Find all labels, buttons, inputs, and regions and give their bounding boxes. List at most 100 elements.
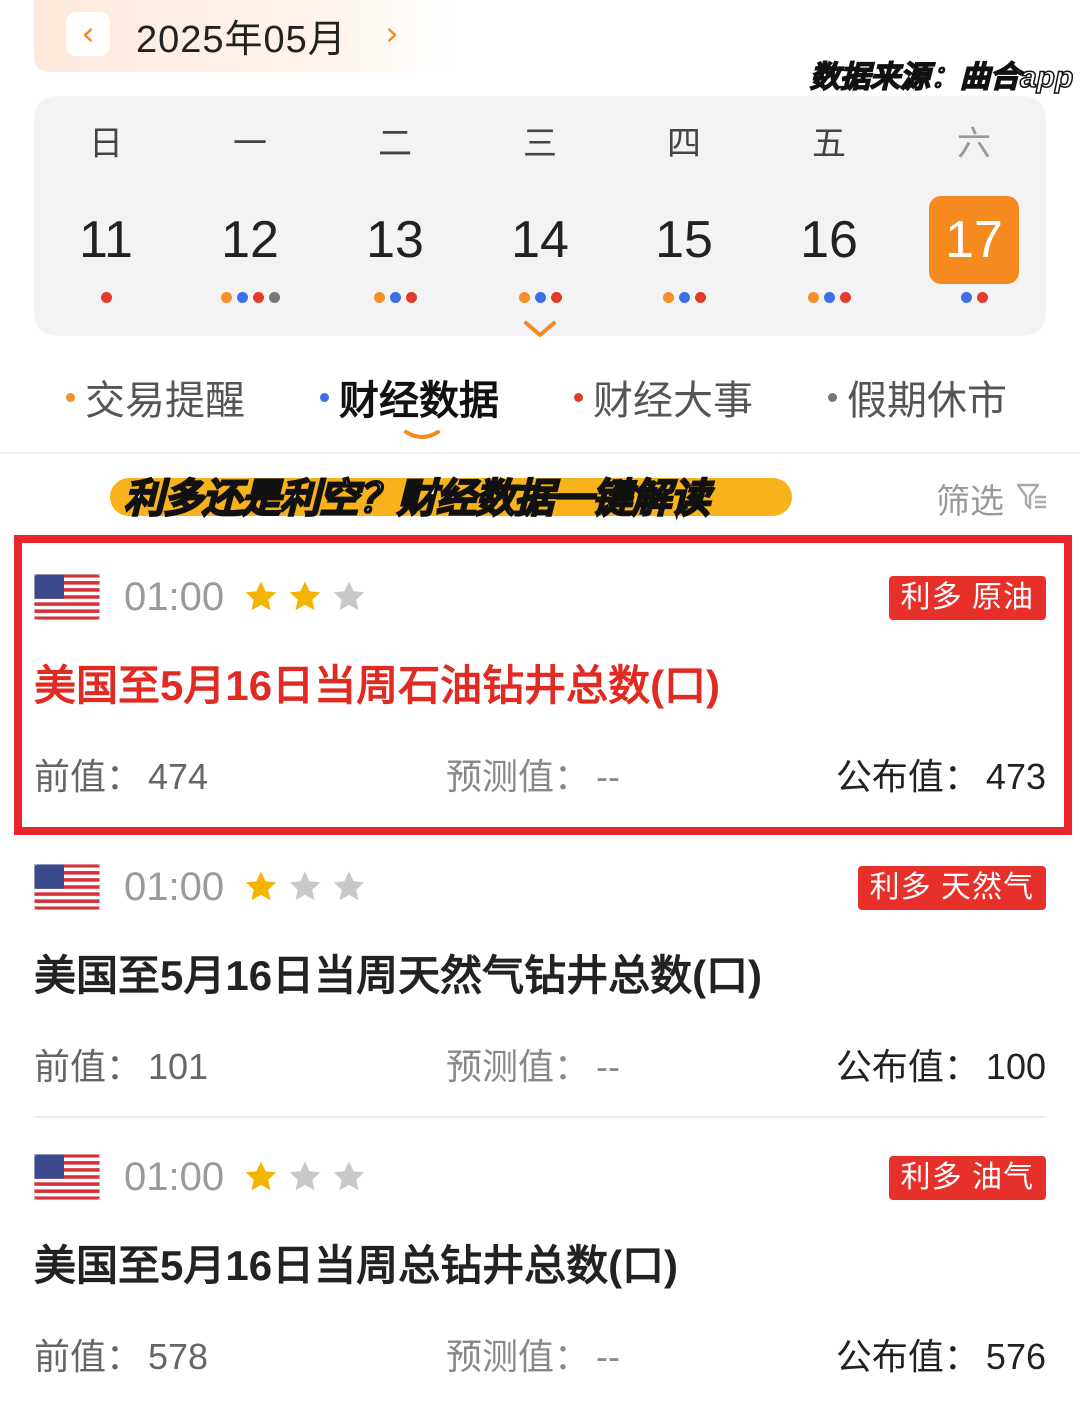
actual-number: 576 [985, 1336, 1046, 1377]
day-cell[interactable]: 17 [929, 196, 1019, 303]
actual-number: 100 [985, 1046, 1046, 1087]
previous-label: 前值： [34, 756, 143, 797]
day-cell[interactable]: 16 [784, 196, 874, 303]
tab-bullet [66, 392, 75, 402]
day-number: 12 [221, 211, 279, 269]
forecast-number: -- [596, 756, 620, 797]
actual-number: 473 [985, 756, 1046, 797]
forecast-value: 预测值： -- [446, 1038, 620, 1090]
tab-holiday-closures[interactable]: 假期休市 [828, 372, 1007, 423]
event-dot [252, 292, 264, 303]
event-card[interactable]: 01:00 利多 油气 美国至5月16日当周总钻井总数(口) 前值： 578 预测… [34, 1120, 1046, 1380]
weekday-label: 五 [812, 125, 846, 163]
previous-value: 前值： 474 [34, 748, 208, 800]
day-cell[interactable]: 14 [495, 196, 585, 303]
tab-label: 交易提醒 [85, 379, 245, 423]
forecast-number: -- [596, 1336, 620, 1377]
banner-text: 利多还是利空？财经数据一键解读 [123, 476, 711, 522]
forecast-label: 预测值： [446, 1336, 591, 1377]
importance-stars [242, 868, 368, 906]
importance-stars [242, 1158, 368, 1196]
actual-value: 公布值： 576 [836, 1328, 1046, 1380]
weekday-label: 日 [89, 125, 123, 163]
event-dot [389, 292, 401, 303]
event-dot [518, 292, 530, 303]
event-dots [205, 292, 295, 303]
event-dot [373, 292, 385, 303]
actual-value: 公布值： 100 [836, 1038, 1046, 1090]
actual-label: 公布值： [835, 1046, 980, 1087]
month-label[interactable]: 2025年05月 [136, 8, 347, 63]
impact-tag: 利多 天然气 [857, 866, 1046, 910]
event-dot [268, 292, 280, 303]
chevron-right-icon[interactable]: › [370, 12, 414, 56]
event-dot [823, 292, 835, 303]
event-title: 美国至5月16日当周总钻井总数(口) [34, 1242, 679, 1289]
actual-label: 公布值： [835, 1336, 980, 1377]
event-dot [550, 292, 562, 303]
event-dot [678, 292, 690, 303]
event-dot [220, 292, 232, 303]
importance-stars [242, 578, 368, 616]
us-flag-icon [34, 574, 100, 620]
previous-number: 578 [148, 1336, 209, 1377]
previous-value: 前值： 578 [34, 1328, 208, 1380]
event-dot [694, 292, 706, 303]
chevron-left-icon[interactable]: ‹ [66, 12, 110, 56]
impact-tag: 利多 原油 [888, 576, 1046, 620]
weekday-label: 四 [667, 125, 701, 163]
star-icon [333, 581, 365, 611]
day-cell[interactable]: 12 [205, 196, 295, 303]
impact-tag: 利多 油气 [888, 1156, 1046, 1200]
previous-number: 474 [148, 756, 209, 797]
day-cell[interactable]: 13 [350, 196, 440, 303]
event-card[interactable]: 01:00 利多 原油 美国至5月16日当周石油钻井总数(口) 前值： 474 预… [34, 540, 1046, 800]
forecast-label: 预测值： [446, 756, 591, 797]
star-icon [289, 871, 321, 901]
event-dot [236, 292, 248, 303]
tab-label: 财经大事 [593, 379, 753, 423]
day-number: 17 [945, 211, 1003, 269]
event-time: 01:00 [124, 1155, 225, 1199]
tab-trade-reminder[interactable]: 交易提醒 [66, 372, 245, 423]
previous-label: 前值： [34, 1046, 143, 1087]
weekday-label: 一 [233, 125, 267, 163]
chevron-down-icon[interactable] [522, 318, 558, 340]
divider [0, 452, 1080, 454]
weekday-label: 三 [523, 125, 557, 163]
event-title: 美国至5月16日当周天然气钻井总数(口) [34, 952, 763, 999]
previous-number: 101 [148, 1046, 209, 1087]
us-flag-icon [34, 864, 100, 910]
tab-label: 假期休市 [847, 379, 1007, 423]
source-note: 数据来源：曲合app [809, 60, 1074, 95]
previous-value: 前值： 101 [34, 1038, 208, 1090]
event-dots [350, 292, 440, 303]
divider [34, 1116, 1046, 1118]
weekday-label: 六 [957, 125, 991, 163]
filter-button[interactable]: 筛选 [936, 474, 1004, 523]
day-cell[interactable]: 15 [639, 196, 729, 303]
event-dot [839, 292, 851, 303]
day-number: 15 [655, 211, 713, 269]
event-title: 美国至5月16日当周石油钻井总数(口) [34, 662, 721, 709]
event-dot [100, 292, 112, 303]
forecast-value: 预测值： -- [446, 748, 620, 800]
week-calendar: 日 一 二 三 四 五 六 11 12 13 14 15 16 17 [34, 96, 1046, 336]
star-icon [245, 871, 277, 901]
tab-financial-events[interactable]: 财经大事 [574, 372, 753, 423]
event-dots [61, 292, 151, 303]
us-flag-icon [34, 1154, 100, 1200]
event-dots [639, 292, 729, 303]
filter-icon[interactable] [1016, 482, 1048, 512]
weekday-label: 二 [378, 125, 412, 163]
tab-bullet [574, 392, 583, 402]
day-cell[interactable]: 11 [61, 196, 151, 303]
event-card[interactable]: 01:00 利多 天然气 美国至5月16日当周天然气钻井总数(口) 前值： 101… [34, 830, 1046, 1090]
event-dot [405, 292, 417, 303]
tab-label: 财经数据 [339, 379, 499, 423]
event-dot [534, 292, 546, 303]
forecast-label: 预测值： [446, 1046, 591, 1087]
month-selector: ‹ 2025年05月 › [34, 0, 454, 72]
tab-economic-data[interactable]: 财经数据 [320, 372, 499, 423]
event-dots [929, 292, 1019, 303]
